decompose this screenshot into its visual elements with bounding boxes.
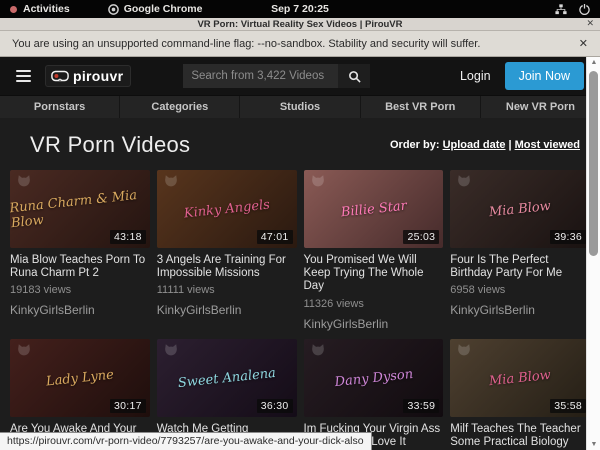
video-duration-badge: 35:58 [550,399,586,413]
warning-text: You are using an unsupported command-lin… [12,38,480,50]
cat-mask-watermark-icon [16,174,32,192]
video-grid: Runa Charm & Mia Blow 43:18 Mia Blow Tea… [10,170,590,450]
video-views: 11326 views [304,298,444,310]
video-thumbnail[interactable]: Sweet Analena 36:30 [157,339,297,417]
video-thumbnail[interactable]: Billie Star 25:03 [304,170,444,248]
video-thumbnail[interactable]: Dany Dyson 33:59 [304,339,444,417]
menu-item-studios[interactable]: Studios [239,96,359,118]
video-thumbnail[interactable]: Runa Charm & Mia Blow 43:18 [10,170,150,248]
site-logo[interactable]: pirouvr [45,65,131,87]
join-now-button[interactable]: Join Now [505,62,584,90]
video-duration-badge: 47:01 [257,230,293,244]
cat-mask-watermark-icon [456,343,472,361]
chrome-icon [108,4,119,15]
order-by-upload-date-link[interactable]: Upload date [443,139,506,151]
video-title[interactable]: Four Is The Perfect Birthday Party For M… [450,254,590,280]
menu-item-pornstars[interactable]: Pornstars [0,96,119,118]
order-by-most-viewed-link[interactable]: Most viewed [515,139,580,151]
browser-title-bar: VR Porn: Virtual Reality Sex Videos | Pi… [0,18,600,31]
video-card[interactable]: Billie Star 25:03 You Promised We Will K… [304,170,444,331]
activities-indicator-dot [10,6,17,13]
video-card[interactable]: Runa Charm & Mia Blow 43:18 Mia Blow Tea… [10,170,150,331]
category-menu-bar: Pornstars Categories Studios Best VR Por… [0,95,600,118]
video-studio-link[interactable]: KinkyGirlsBerlin [10,303,150,317]
video-views: 6958 views [450,284,590,296]
scrollbar-down-arrow-icon[interactable]: ▼ [587,441,600,448]
video-thumbnail[interactable]: Lady Lyne 30:17 [10,339,150,417]
current-app-label: Google Chrome [124,3,203,15]
video-thumbnail[interactable]: Kinky Angels 47:01 [157,170,297,248]
vr-goggles-icon [51,70,69,82]
browser-tab-title: VR Porn: Virtual Reality Sex Videos | Pi… [0,19,600,30]
menu-item-new-vr-porn[interactable]: New VR Porn [480,96,600,118]
order-by-label: Order by: [390,139,440,151]
video-title[interactable]: Milf Teaches The Teacher Some Practical … [450,423,590,449]
warning-close-icon[interactable]: ✕ [579,37,588,50]
warning-infobar: You are using an unsupported command-lin… [0,31,600,57]
order-by-separator: | [509,139,512,151]
cat-mask-watermark-icon [16,343,32,361]
video-duration-badge: 36:30 [257,399,293,413]
menu-item-categories[interactable]: Categories [119,96,239,118]
cat-mask-watermark-icon [310,174,326,192]
current-app-menu[interactable]: Google Chrome [108,3,203,15]
web-page: pirouvr Login Join Now Pornstars Categor… [0,57,600,450]
video-studio-link[interactable]: KinkyGirlsBerlin [157,303,297,317]
main-content: VR Porn Videos Order by: Upload date|Mos… [0,118,600,450]
video-views: 11111 views [157,284,297,296]
cat-mask-watermark-icon [310,343,326,361]
login-link[interactable]: Login [460,69,491,83]
search-button[interactable] [338,64,370,88]
network-icon[interactable] [555,4,567,15]
video-card[interactable]: Mia Blow 39:36 Four Is The Perfect Birth… [450,170,590,331]
video-studio-link[interactable]: KinkyGirlsBerlin [304,317,444,331]
video-duration-badge: 39:36 [550,230,586,244]
site-navbar: pirouvr Login Join Now [0,57,600,95]
search-icon [348,70,361,83]
link-status-tooltip: https://pirouvr.com/vr-porn-video/779325… [0,432,372,450]
page-title: VR Porn Videos [30,132,190,158]
clock[interactable]: Sep 7 20:25 [0,3,600,15]
video-card[interactable]: Mia Blow 35:58 Milf Teaches The Teacher … [450,339,590,450]
video-views: 19183 views [10,284,150,296]
system-top-bar: Activities Google Chrome Sep 7 20:25 [0,0,600,18]
activities-label: Activities [23,3,70,15]
video-duration-badge: 33:59 [403,399,439,413]
video-card[interactable]: Kinky Angels 47:01 3 Angels Are Training… [157,170,297,331]
activities-button[interactable]: Activities [10,3,70,15]
menu-item-best-vr-porn[interactable]: Best VR Porn [360,96,480,118]
screen: Activities Google Chrome Sep 7 20:25 [0,0,600,450]
video-title[interactable]: 3 Angels Are Training For Impossible Mis… [157,254,297,280]
video-duration-badge: 43:18 [110,230,146,244]
video-duration-badge: 30:17 [110,399,146,413]
hamburger-menu-icon[interactable] [16,70,31,82]
cat-mask-watermark-icon [163,343,179,361]
video-title[interactable]: You Promised We Will Keep Trying The Who… [304,254,444,294]
page-scrollbar[interactable]: ▲ ▼ [586,57,600,450]
video-thumbnail[interactable]: Mia Blow 35:58 [450,339,590,417]
order-by-controls: Order by: Upload date|Most viewed [390,139,580,151]
cat-mask-watermark-icon [456,174,472,192]
power-icon[interactable] [579,4,590,15]
video-studio-link[interactable]: KinkyGirlsBerlin [450,303,590,317]
video-duration-badge: 25:03 [403,230,439,244]
search-input[interactable] [183,64,338,88]
scrollbar-up-arrow-icon[interactable]: ▲ [587,59,600,66]
scrollbar-thumb[interactable] [589,71,598,256]
close-icon[interactable]: ✕ [586,18,594,29]
video-title[interactable]: Mia Blow Teaches Porn To Runa Charm Pt 2 [10,254,150,280]
video-thumbnail[interactable]: Mia Blow 39:36 [450,170,590,248]
cat-mask-watermark-icon [163,174,179,192]
site-logo-text: pirouvr [73,68,123,84]
